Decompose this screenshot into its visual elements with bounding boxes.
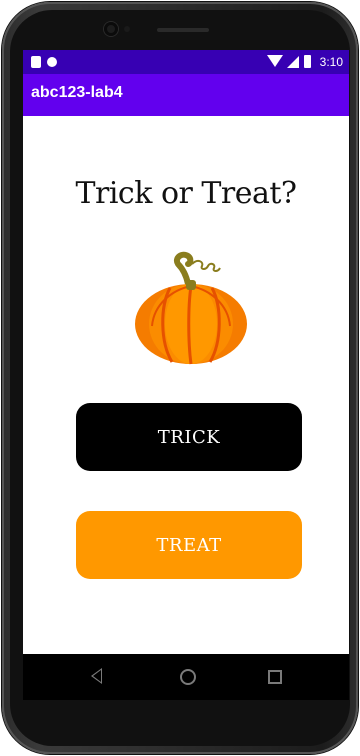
app-title: abc123-lab4 bbox=[31, 84, 123, 101]
earpiece-speaker bbox=[157, 28, 209, 32]
wifi-icon bbox=[267, 55, 283, 67]
page-heading: Trick or Treat? bbox=[75, 176, 297, 211]
pumpkin-icon bbox=[135, 251, 247, 365]
recents-icon[interactable] bbox=[268, 670, 282, 684]
sd-card-icon bbox=[31, 56, 41, 68]
cell-signal-icon bbox=[287, 56, 299, 68]
status-time: 3:10 bbox=[319, 55, 343, 69]
sensor-dot-icon bbox=[124, 26, 130, 32]
back-icon[interactable] bbox=[91, 668, 102, 684]
front-camera-icon bbox=[104, 22, 118, 36]
home-icon[interactable] bbox=[180, 669, 196, 685]
battery-icon bbox=[304, 55, 311, 68]
navigation-bar bbox=[23, 654, 349, 700]
notification-dot-icon bbox=[47, 57, 57, 67]
treat-button[interactable]: TREAT bbox=[76, 511, 302, 579]
app-bar: abc123-lab4 bbox=[23, 74, 349, 116]
device-screen: 3:10 abc123-lab4 Trick or Treat? TRICK T… bbox=[23, 50, 349, 700]
trick-button[interactable]: TRICK bbox=[76, 403, 302, 471]
status-bar: 3:10 bbox=[23, 50, 349, 74]
phone-frame: 3:10 abc123-lab4 Trick or Treat? TRICK T… bbox=[2, 2, 358, 754]
